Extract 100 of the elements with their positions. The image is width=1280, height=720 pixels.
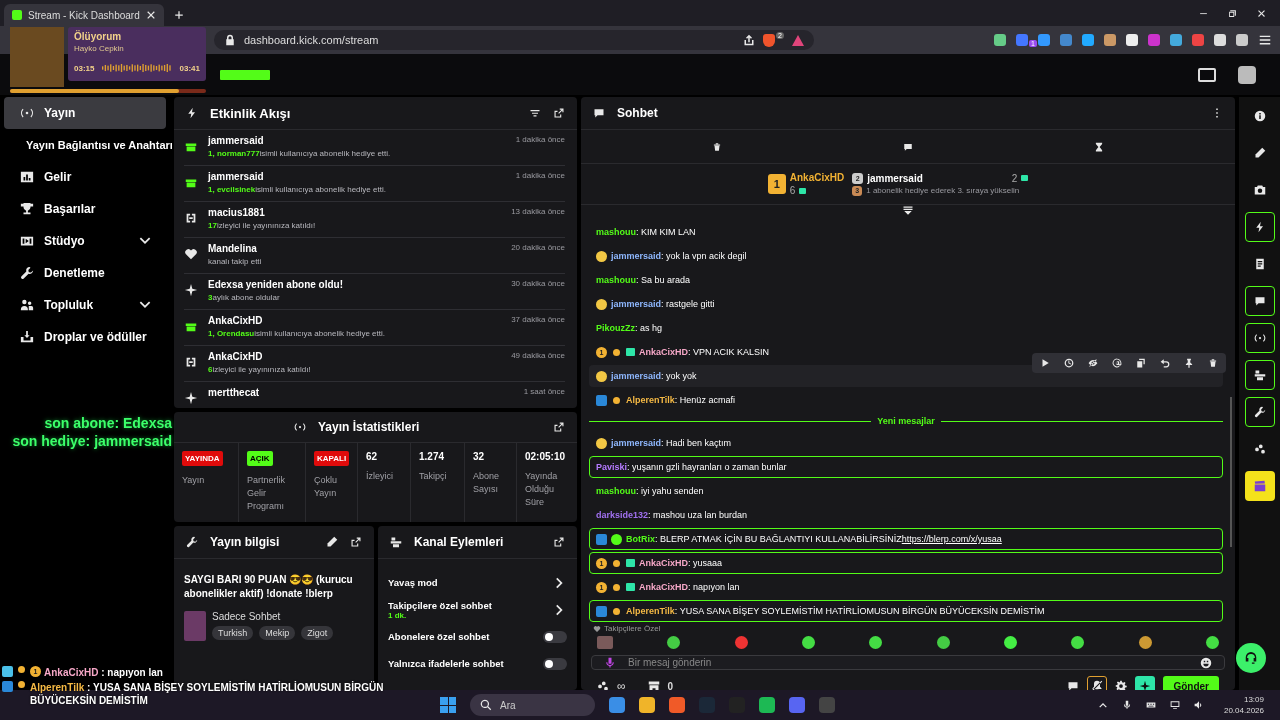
logo-bar[interactable] <box>220 69 270 80</box>
leader-name[interactable]: jammersaid <box>867 172 923 184</box>
new-tab-icon[interactable] <box>174 10 184 20</box>
tag-chip[interactable]: Turkish <box>212 626 254 640</box>
emote-icon[interactable] <box>1071 636 1085 649</box>
sidebar-item[interactable]: Yayın <box>4 97 166 129</box>
sparkle-icon <box>184 283 198 297</box>
chat-message: mashouu: KIM KIM LAN <box>596 227 696 237</box>
close-icon[interactable] <box>146 10 156 20</box>
extension-icon[interactable] <box>1104 34 1116 46</box>
taskbar-search-field[interactable]: Ara <box>470 694 595 716</box>
speaker-icon[interactable] <box>1193 700 1204 710</box>
heart-icon <box>184 247 198 261</box>
undo-icon[interactable] <box>1160 358 1170 368</box>
browser-icon[interactable] <box>669 697 685 713</box>
clock-icon[interactable] <box>1064 358 1074 368</box>
sidebar-item[interactable]: Gelir <box>4 161 166 193</box>
emoji-icon[interactable] <box>1200 656 1212 669</box>
at-sign-icon[interactable] <box>1112 358 1122 368</box>
browser-tab[interactable]: Stream - Kick Dashboard <box>4 4 164 26</box>
tag-chip[interactable]: Zigot <box>301 626 334 640</box>
popout-icon[interactable] <box>553 107 565 119</box>
extension-icon[interactable] <box>1214 34 1226 46</box>
menu-icon[interactable] <box>1258 33 1272 47</box>
avatar-placeholder[interactable] <box>1238 65 1256 84</box>
extension-icon[interactable] <box>1236 34 1248 46</box>
taskbar-time[interactable]: 13:09 <box>1243 695 1264 704</box>
chat-input-field[interactable]: Bir mesaj gönderin <box>591 655 1225 670</box>
windows-start-icon[interactable] <box>440 697 456 713</box>
taskbar-date[interactable]: 20.04.2026 <box>1223 706 1264 715</box>
emote-icon[interactable] <box>1003 636 1017 649</box>
rail-button[interactable] <box>1245 286 1275 316</box>
eye-slash-icon[interactable] <box>1088 358 1098 368</box>
hdx-icon[interactable] <box>1198 67 1216 82</box>
discord-icon[interactable] <box>789 697 805 713</box>
sidebar-item[interactable]: Başarılar <box>4 193 166 225</box>
pin-icon[interactable] <box>1184 358 1194 368</box>
close-icon[interactable] <box>1257 9 1266 18</box>
rail-button[interactable] <box>1245 212 1275 242</box>
popout-icon[interactable] <box>350 536 362 548</box>
rail-button[interactable] <box>1245 323 1275 353</box>
share-icon[interactable] <box>743 34 756 46</box>
stat-value: 1.274 <box>419 451 446 462</box>
toggle-switch[interactable] <box>543 657 567 670</box>
popout-icon[interactable] <box>553 536 565 548</box>
sidebar-item[interactable]: Topluluk <box>4 289 166 321</box>
duration-time: 03:41 <box>179 63 200 73</box>
shield-icon[interactable] <box>763 33 776 47</box>
tag-chip[interactable]: Mekip <box>259 626 296 640</box>
rail-button[interactable] <box>1245 360 1275 390</box>
extension-icon[interactable] <box>1082 34 1094 46</box>
status-badge: KAPALI <box>314 451 350 466</box>
sidebar-item[interactable]: Yayın Bağlantısı ve Anahtarı <box>4 129 170 161</box>
collapse-icon[interactable] <box>902 205 914 217</box>
popout-icon[interactable] <box>553 421 565 433</box>
send-button[interactable]: Gönder <box>1163 675 1219 690</box>
sidebar-item[interactable]: Denetleme <box>4 257 166 289</box>
gift-count: 6 <box>789 185 796 196</box>
extension-icon[interactable] <box>1038 34 1050 46</box>
sword-badge-icon <box>596 533 607 545</box>
emote-icon[interactable] <box>802 636 815 649</box>
store-icon[interactable] <box>647 680 660 690</box>
chevron-up-icon[interactable] <box>1097 700 1108 710</box>
category-name[interactable]: Sadece Sohbet <box>212 611 334 622</box>
emote-icon[interactable] <box>1138 636 1152 649</box>
emote-icon[interactable] <box>936 636 950 649</box>
message-link[interactable]: https://blerp.com/x/yusaa <box>901 534 1002 544</box>
message-input[interactable]: Bir mesaj gönderin <box>626 656 1190 669</box>
emote-button[interactable] <box>1135 676 1156 690</box>
new-messages-divider: Yeni mesajlar <box>877 416 935 426</box>
rail-button[interactable] <box>1245 397 1275 427</box>
support-button[interactable] <box>1236 643 1266 673</box>
emote-icon[interactable] <box>869 636 883 649</box>
keyboard-icon[interactable] <box>1145 700 1156 710</box>
extension-icon[interactable] <box>994 34 1006 46</box>
folder-icon[interactable] <box>639 697 655 713</box>
pencil-icon[interactable] <box>326 536 338 548</box>
status-badge: YAYINDA <box>182 451 223 466</box>
copy-icon[interactable] <box>1136 358 1146 368</box>
restore-icon[interactable] <box>1228 9 1237 18</box>
emote-icon[interactable] <box>667 636 681 649</box>
event-detail: kanalı takip etti <box>208 257 263 266</box>
sidebar-item[interactable]: Droplar ve ödüller <box>4 321 166 353</box>
chat-icon[interactable] <box>1067 680 1080 690</box>
toggle-switch[interactable] <box>543 630 567 643</box>
filter-icon[interactable] <box>529 107 541 119</box>
spotify-icon[interactable] <box>759 697 775 713</box>
leader-name[interactable]: AnkaCixHD <box>789 172 845 183</box>
hourglass-icon[interactable] <box>1094 141 1105 152</box>
trash-icon[interactable] <box>1208 358 1218 368</box>
broadcast-icon <box>1254 332 1266 344</box>
microphone-icon[interactable] <box>1121 700 1132 710</box>
extension-icon[interactable] <box>1170 34 1182 46</box>
sidebar-item[interactable]: Stüdyo <box>4 225 166 257</box>
settings-icon[interactable] <box>1115 680 1128 690</box>
monitor-icon[interactable] <box>1169 700 1180 710</box>
emote-icon[interactable] <box>1205 636 1219 649</box>
chat-icon[interactable] <box>903 141 913 152</box>
extension-icon[interactable] <box>1126 34 1138 46</box>
play-icon[interactable] <box>1040 358 1050 368</box>
